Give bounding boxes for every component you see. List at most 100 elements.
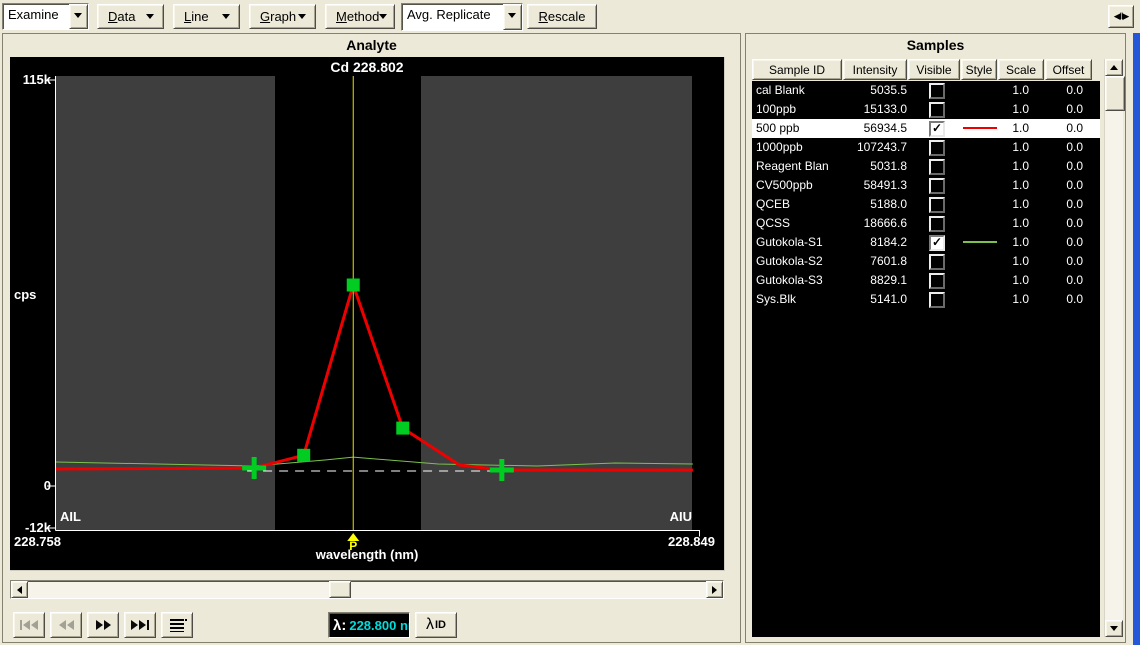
chevron-down-icon (379, 14, 387, 19)
sample-row[interactable]: CV500ppb58491.31.00.0 (752, 176, 1100, 195)
data-point-square-marker[interactable] (297, 449, 310, 462)
sample-row[interactable]: 100ppb15133.01.00.0 (752, 100, 1100, 119)
visible-checkbox[interactable]: ✓ (929, 235, 945, 251)
first-replicate-button[interactable] (13, 612, 45, 638)
visible-checkbox[interactable]: ✓ (929, 121, 945, 137)
visible-checkbox[interactable] (929, 197, 945, 213)
spectrum-plot (10, 57, 724, 570)
integration-limit-cross-marker[interactable] (242, 457, 266, 479)
sample-list: cal Blank5035.51.00.0100ppb15133.01.00.0… (752, 81, 1100, 637)
rescale-button[interactable]: Rescale (527, 4, 597, 29)
examine-combobox[interactable]: Examine (2, 3, 89, 30)
sample-row[interactable]: 500 ppb56934.5✓1.00.0 (752, 119, 1100, 138)
arrow-down-icon (1110, 626, 1118, 631)
visible-checkbox[interactable] (929, 273, 945, 289)
visible-checkbox[interactable] (929, 102, 945, 118)
arrow-up-icon (1110, 65, 1118, 70)
sample-row[interactable]: Sys.Blk5141.01.00.0 (752, 290, 1100, 309)
wavelength-readout: λ: 228.800 nm (328, 612, 410, 638)
chart-horizontal-scrollbar[interactable] (10, 580, 724, 599)
sample-offset: 0.0 (1036, 197, 1083, 211)
last-replicate-button[interactable] (124, 612, 156, 638)
column-header-visible[interactable]: Visible (908, 59, 960, 80)
sample-row[interactable]: Gutokola-S27601.81.00.0 (752, 252, 1100, 271)
avg-replicate-combobox[interactable]: Avg. Replicate (401, 3, 523, 31)
visible-checkbox[interactable] (929, 140, 945, 156)
arrow-right-icon (139, 620, 146, 630)
data-point-square-marker[interactable] (347, 278, 360, 291)
sample-offset: 0.0 (1036, 273, 1083, 287)
sample-id: CV500ppb (756, 178, 813, 192)
menu-button-data[interactable]: Data (97, 4, 164, 29)
scrollbar-thumb[interactable] (329, 581, 351, 598)
samples-panel-title: Samples (746, 37, 1125, 53)
sample-row[interactable]: Gutokola-S38829.11.00.0 (752, 271, 1100, 290)
column-header-offset[interactable]: Offset (1045, 59, 1092, 80)
replicate-list-button[interactable] (161, 612, 193, 638)
previous-replicate-button[interactable] (50, 612, 82, 638)
sample-offset: 0.0 (1036, 159, 1083, 173)
visible-checkbox[interactable] (929, 254, 945, 270)
visible-checkbox[interactable] (929, 292, 945, 308)
visible-checkbox[interactable] (929, 216, 945, 232)
column-header-sample-id[interactable]: Sample ID (752, 59, 842, 80)
sample-intensity: 8184.2 (810, 235, 907, 249)
examine-dropdown-button[interactable] (69, 4, 88, 29)
aiu-label: AIU (610, 509, 692, 524)
menu-button-method[interactable]: Method (325, 4, 395, 29)
y-tick-label: 0 (10, 478, 51, 493)
arrow-left-icon (67, 620, 74, 630)
arrow-right-icon (131, 620, 138, 630)
column-header-intensity[interactable]: Intensity (843, 59, 907, 80)
rescale-label: Rescale (539, 9, 586, 24)
sample-offset: 0.0 (1036, 102, 1083, 116)
scroll-right-button[interactable] (706, 581, 723, 598)
arrow-right-icon (712, 586, 717, 594)
column-header-style[interactable]: Style (961, 59, 997, 80)
menu-button-label: Line (184, 9, 209, 24)
scroll-down-button[interactable] (1105, 620, 1123, 637)
scroll-left-button[interactable] (11, 581, 28, 598)
sample-scale: 1.0 (982, 140, 1029, 154)
lambda-id-text: ID (435, 619, 446, 631)
arrow-left-icon (31, 620, 38, 630)
skip-last-icon (147, 620, 149, 630)
next-replicate-button[interactable] (87, 612, 119, 638)
sample-row[interactable]: cal Blank5035.51.00.0 (752, 81, 1100, 100)
data-point-square-marker[interactable] (396, 422, 409, 435)
sample-row[interactable]: 1000ppb107243.71.00.0 (752, 138, 1100, 157)
visible-checkbox[interactable] (929, 83, 945, 99)
integration-limit-cross-marker[interactable] (490, 459, 514, 481)
sample-offset: 0.0 (1036, 254, 1083, 268)
scrollbar-thumb[interactable] (1105, 76, 1125, 111)
sample-intensity: 58491.3 (810, 178, 907, 192)
sample-intensity: 5035.5 (810, 83, 907, 97)
column-header-scale[interactable]: Scale (998, 59, 1044, 80)
splitter-button[interactable]: ◀‖▶ (1108, 5, 1134, 28)
sample-row[interactable]: Reagent Blan5031.81.00.0 (752, 157, 1100, 176)
avg-replicate-dropdown-button[interactable] (503, 4, 522, 30)
sample-intensity: 56934.5 (810, 121, 907, 135)
spectrum-chart[interactable]: Cd 228.802 cps AIL AIU 228.758 228.849 P… (10, 57, 725, 571)
sample-intensity: 107243.7 (810, 140, 907, 154)
sample-row[interactable]: QCSS18666.61.00.0 (752, 214, 1100, 233)
scroll-up-button[interactable] (1105, 59, 1123, 76)
analyte-panel: Analyte Cd 228.802 cps AIL AIU 228.758 2… (2, 33, 741, 643)
lambda-glyph: λ (426, 616, 434, 634)
visible-checkbox[interactable] (929, 159, 945, 175)
lambda-id-button[interactable]: λ ID (415, 612, 457, 638)
samples-vertical-scrollbar[interactable] (1104, 59, 1123, 637)
menu-button-graph[interactable]: Graph (249, 4, 316, 29)
chevron-down-icon (222, 14, 230, 19)
sample-scale: 1.0 (982, 102, 1029, 116)
visible-checkbox[interactable] (929, 178, 945, 194)
sample-intensity: 18666.6 (810, 216, 907, 230)
sample-row[interactable]: QCEB5188.01.00.0 (752, 195, 1100, 214)
analyte-panel-title: Analyte (3, 37, 740, 53)
avg-replicate-value: Avg. Replicate (402, 4, 503, 30)
chevron-down-icon (508, 13, 516, 18)
menu-button-line[interactable]: Line (173, 4, 240, 29)
sample-offset: 0.0 (1036, 140, 1083, 154)
sample-row[interactable]: Gutokola-S18184.2✓1.00.0 (752, 233, 1100, 252)
ail-label: AIL (60, 509, 81, 524)
